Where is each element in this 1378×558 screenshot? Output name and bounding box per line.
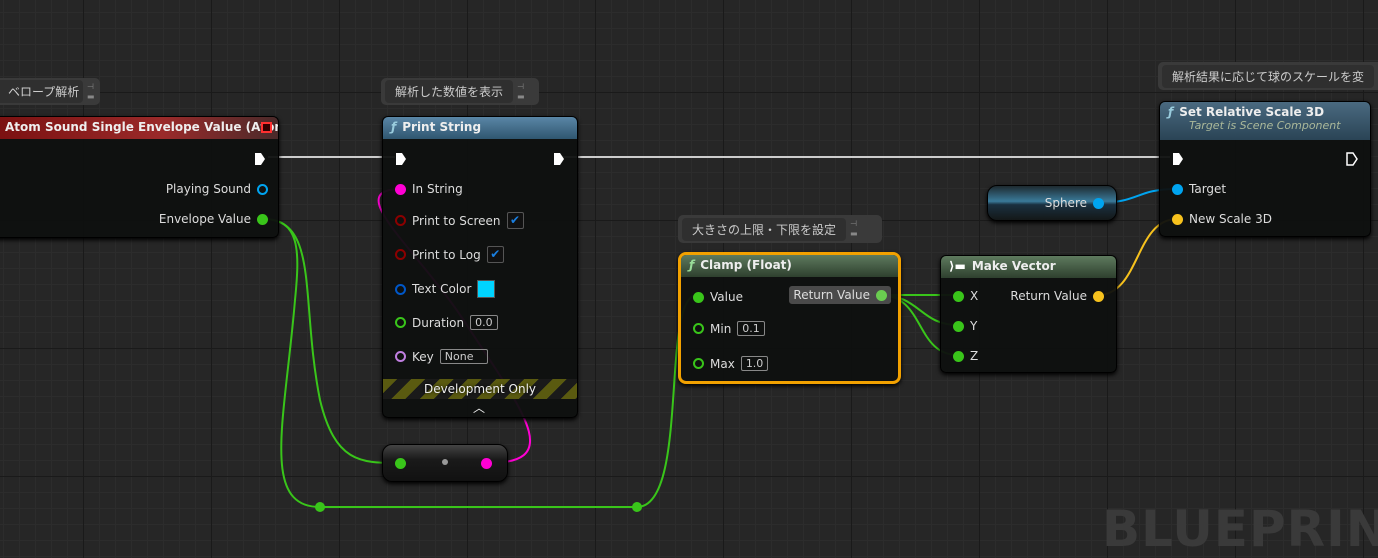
x-pin[interactable]: X: [953, 289, 978, 303]
node-header: Atom Sound Single Envelope Value (Atom): [0, 117, 278, 139]
output-pin[interactable]: [481, 458, 492, 469]
target-pin[interactable]: Target: [1172, 182, 1226, 196]
exec-out-pin[interactable]: [1346, 152, 1358, 166]
duration-input[interactable]: 0.0: [470, 315, 498, 330]
comment-clamp[interactable]: 大きさの上限・下限を設定 ⊣ ▬: [678, 215, 882, 243]
function-icon: ƒ: [391, 120, 397, 134]
pin-icon[interactable]: ⊣ ▬: [850, 219, 860, 239]
print-to-log-pin[interactable]: Print to Log ✔: [395, 246, 504, 263]
exec-in-pin[interactable]: [395, 152, 407, 166]
max-input[interactable]: 1.0: [740, 356, 769, 371]
make-struct-icon: ⟩▬: [949, 259, 966, 273]
pin-icon[interactable]: ⊣ ▬: [87, 82, 96, 102]
value-pin[interactable]: Value: [693, 290, 743, 304]
function-icon: ƒ: [689, 258, 695, 272]
node-header: ƒ Clamp (Float): [681, 255, 898, 277]
conversion-node[interactable]: [382, 444, 508, 482]
return-value-pin[interactable]: Return Value: [1010, 289, 1104, 303]
playing-sound-pin[interactable]: Playing Sound: [166, 182, 268, 196]
y-pin[interactable]: Y: [953, 319, 977, 333]
make-vector-node[interactable]: ⟩▬ Make Vector X Y Z Return Value: [940, 255, 1117, 373]
return-value-pin[interactable]: Return Value: [789, 286, 891, 304]
print-to-screen-checkbox[interactable]: ✔: [506, 212, 524, 229]
print-to-log-checkbox[interactable]: ✔: [486, 246, 504, 263]
reroute-knot: [632, 502, 642, 512]
conversion-icon: [442, 459, 448, 465]
color-swatch[interactable]: [477, 280, 496, 298]
comment-envelope[interactable]: ベロープ解析 ⊣ ▬: [0, 78, 100, 105]
min-input[interactable]: 0.1: [737, 321, 765, 336]
node-header: ƒ Set Relative Scale 3D Target is Scene Co…: [1160, 102, 1370, 140]
latent-icon: [261, 122, 272, 133]
new-scale-pin[interactable]: New Scale 3D: [1172, 212, 1272, 226]
reroute-knot: [315, 502, 325, 512]
exec-out-pin[interactable]: [553, 152, 565, 166]
clamp-float-node[interactable]: ƒ Clamp (Float) Value Return Value Min 0.1…: [678, 252, 901, 384]
max-pin[interactable]: Max 1.0: [693, 356, 769, 371]
print-to-screen-pin[interactable]: Print to Screen ✔: [395, 212, 524, 229]
development-only-banner: Development Only: [383, 379, 577, 399]
function-icon: ƒ: [1168, 105, 1174, 119]
node-header: ƒ Print String: [383, 117, 577, 139]
sphere-output-pin[interactable]: Sphere: [1045, 196, 1104, 210]
exec-in-pin[interactable]: [1172, 152, 1184, 166]
exec-out-pin[interactable]: [254, 152, 266, 166]
set-relative-scale-node[interactable]: ƒ Set Relative Scale 3D Target is Scene Co…: [1159, 101, 1371, 237]
key-pin[interactable]: Key None: [395, 349, 488, 364]
key-input[interactable]: None: [439, 349, 488, 364]
input-pin[interactable]: [395, 458, 406, 469]
collapse-chevron-icon[interactable]: ︿: [473, 399, 485, 416]
atom-envelope-node[interactable]: Atom Sound Single Envelope Value (Atom) …: [0, 116, 279, 238]
pin-icon[interactable]: ⊣ ▬: [517, 82, 527, 102]
comment-print[interactable]: 解析した数値を表示 ⊣ ▬: [381, 78, 539, 105]
in-string-pin[interactable]: In String: [395, 182, 463, 196]
node-header: ⟩▬ Make Vector: [941, 256, 1116, 278]
sphere-variable-node[interactable]: Sphere: [987, 185, 1117, 221]
comment-scale[interactable]: 解析結果に応じて球のスケールを変: [1158, 62, 1378, 90]
min-pin[interactable]: Min 0.1: [693, 321, 765, 336]
float-wire: [262, 218, 399, 464]
print-string-node[interactable]: ƒ Print String In String Print to Screen ✔…: [382, 116, 578, 418]
z-pin[interactable]: Z: [953, 349, 978, 363]
duration-pin[interactable]: Duration 0.0: [395, 315, 498, 330]
envelope-value-pin[interactable]: Envelope Value: [159, 212, 268, 226]
text-color-pin[interactable]: Text Color: [395, 280, 496, 298]
